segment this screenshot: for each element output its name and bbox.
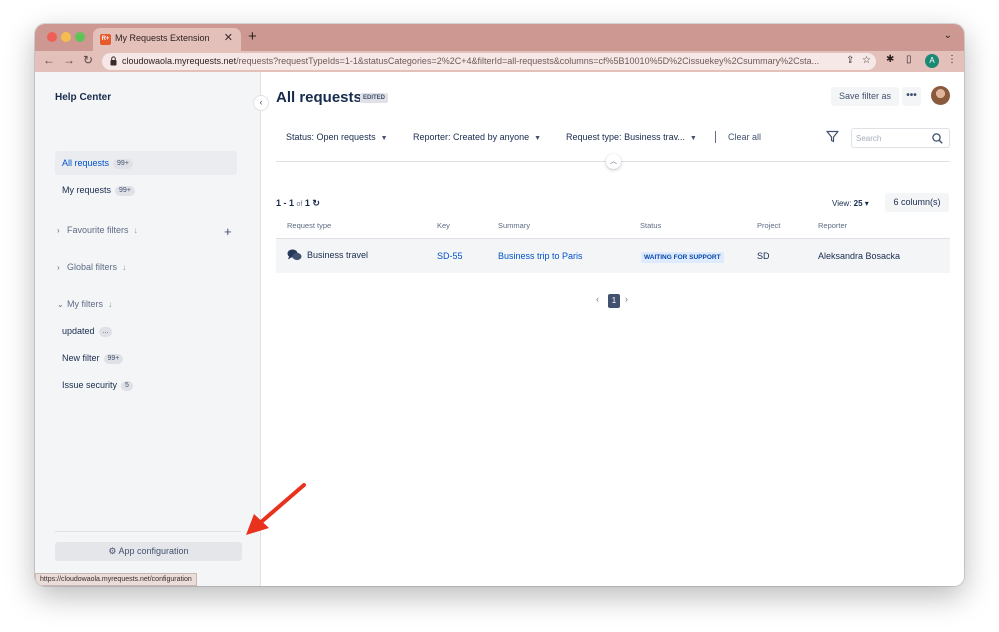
main-panel: All requests EDITED Save filter as ••• S…: [276, 72, 964, 586]
sidebar-item-my-requests[interactable]: My requests 99+: [55, 178, 237, 202]
bookmark-star-icon[interactable]: ☆: [862, 55, 871, 66]
results-counter: 1 - 1 of 1 ↻: [276, 198, 320, 208]
profile-avatar[interactable]: A: [925, 54, 939, 68]
my-filters-section[interactable]: ⌄ My filters ↓: [57, 299, 113, 309]
count-badge: 99+: [115, 185, 135, 196]
chevron-up-icon[interactable]: ︿: [606, 154, 621, 169]
sort-arrow-icon: ↓: [108, 299, 113, 309]
collapse-sidebar-chevron-icon[interactable]: ‹: [254, 96, 268, 110]
sidebar: Help Center All requests 99+ My requests 9…: [35, 72, 261, 586]
column-header-project[interactable]: Project: [757, 221, 780, 230]
sidebar-item-filter-new[interactable]: New filter 99+: [55, 346, 237, 370]
search-icon: [932, 133, 943, 144]
minimize-window-button[interactable]: [61, 32, 71, 42]
pagination-current-page[interactable]: 1: [608, 294, 620, 308]
column-header-reporter[interactable]: Reporter: [818, 221, 847, 230]
search-input[interactable]: Search: [851, 128, 950, 148]
chat-bubbles-icon: [287, 249, 302, 261]
back-arrow-icon[interactable]: ←: [43, 53, 55, 67]
pagination-next-icon[interactable]: ›: [625, 294, 628, 304]
count-badge: 99+: [113, 158, 133, 169]
count-badge: 5: [121, 380, 133, 391]
page-content: Help Center All requests 99+ My requests 9…: [35, 72, 964, 586]
url-text: cloudowaola.myrequests.net/requests?requ…: [122, 56, 820, 66]
status-badge: WAITING FOR SUPPORT: [641, 252, 724, 263]
more-actions-button[interactable]: •••: [902, 87, 921, 106]
sort-arrow-icon: ↓: [122, 262, 127, 272]
clear-all-link[interactable]: Clear all: [728, 132, 761, 142]
maximize-window-button[interactable]: [75, 32, 85, 42]
browser-tab-bar: R+ My Requests Extension ✕ + ⌄: [35, 24, 964, 51]
count-badge: 99+: [103, 353, 124, 364]
sort-arrow-icon: ↓: [133, 225, 139, 235]
chevron-down-icon: ▼: [689, 135, 697, 142]
request-type-filter-dropdown[interactable]: Request type: Business trav... ▼: [566, 132, 697, 142]
chevron-down-icon: ▼: [534, 135, 542, 142]
reload-icon[interactable]: ↻: [83, 53, 93, 67]
close-tab-icon[interactable]: ✕: [224, 31, 233, 44]
edited-badge: EDITED: [360, 93, 389, 103]
cell-request-type: Business travel: [307, 250, 369, 260]
gear-icon: ⚙: [108, 546, 117, 556]
save-filter-as-button[interactable]: Save filter as: [831, 87, 899, 106]
chevron-right-icon: ›: [57, 263, 60, 272]
chevron-down-icon: ▾: [864, 199, 869, 208]
address-bar[interactable]: cloudowaola.myrequests.net/requests?requ…: [102, 53, 876, 70]
table-row[interactable]: Business travel SD-55 Business trip to P…: [276, 239, 950, 273]
chevron-down-icon: ⌄: [57, 300, 64, 309]
filter-funnel-icon[interactable]: [826, 130, 839, 143]
browser-window: R+ My Requests Extension ✕ + ⌄ ← → ↻ clo…: [35, 24, 964, 586]
browser-menu-icon[interactable]: ⋮: [947, 54, 957, 65]
status-filter-dropdown[interactable]: Status: Open requests ▼: [286, 132, 388, 142]
columns-button[interactable]: 6 column(s): [885, 193, 949, 212]
extensions-puzzle-icon[interactable]: ✱: [886, 54, 894, 65]
page-title: All requests: [276, 89, 362, 106]
cell-key-link[interactable]: SD-55: [437, 251, 463, 261]
sidebar-item-filter-issue-security[interactable]: Issue security 5: [55, 373, 237, 397]
new-tab-icon[interactable]: +: [248, 28, 257, 45]
browser-tab[interactable]: R+ My Requests Extension ✕: [93, 28, 241, 51]
tab-list-chevron-icon[interactable]: ⌄: [944, 30, 952, 41]
favicon-icon: R+: [100, 34, 111, 45]
chevron-down-icon: ▼: [380, 135, 388, 142]
browser-toolbar: ← → ↻ cloudowaola.myrequests.net/request…: [35, 51, 964, 72]
sidebar-item-all-requests[interactable]: All requests 99+: [55, 151, 237, 175]
global-filters-section[interactable]: › Global filters ↓: [57, 262, 127, 272]
favourite-filters-section[interactable]: › Favourite filters ↓: [57, 225, 138, 235]
view-per-page-select[interactable]: View: 25 ▾: [832, 199, 869, 208]
status-bar-url: https://cloudowaola.myrequests.net/confi…: [35, 573, 197, 586]
forward-arrow-icon[interactable]: →: [63, 53, 75, 67]
cell-reporter: Aleksandra Bosacka: [818, 251, 901, 261]
sidebar-item-filter-updated[interactable]: updated...: [55, 319, 237, 343]
annotation-arrow-icon: [246, 483, 306, 535]
share-icon[interactable]: ⇪: [846, 55, 854, 66]
sidebar-title: Help Center: [55, 92, 112, 103]
add-filter-icon[interactable]: +: [224, 224, 232, 239]
column-header-key[interactable]: Key: [437, 221, 450, 230]
count-badge: ...: [98, 326, 113, 337]
avatar[interactable]: [931, 86, 950, 105]
cell-project: SD: [757, 251, 770, 261]
cell-summary-link[interactable]: Business trip to Paris: [498, 251, 583, 261]
close-window-button[interactable]: [47, 32, 57, 42]
column-header-request-type[interactable]: Request type: [287, 221, 331, 230]
pagination-prev-icon[interactable]: ‹: [596, 294, 599, 304]
reporter-filter-dropdown[interactable]: Reporter: Created by anyone ▼: [413, 132, 541, 142]
filter-separator: [715, 131, 716, 143]
sidebar-divider: [55, 531, 241, 532]
refresh-icon[interactable]: ↻: [312, 198, 320, 208]
side-panel-icon[interactable]: ▯: [906, 54, 912, 65]
column-header-summary[interactable]: Summary: [498, 221, 530, 230]
tab-title: My Requests Extension: [115, 33, 210, 43]
chevron-right-icon: ›: [57, 226, 60, 235]
column-header-status[interactable]: Status: [640, 221, 661, 230]
lock-icon: [110, 56, 117, 66]
app-configuration-button[interactable]: ⚙ App configuration: [55, 542, 242, 561]
